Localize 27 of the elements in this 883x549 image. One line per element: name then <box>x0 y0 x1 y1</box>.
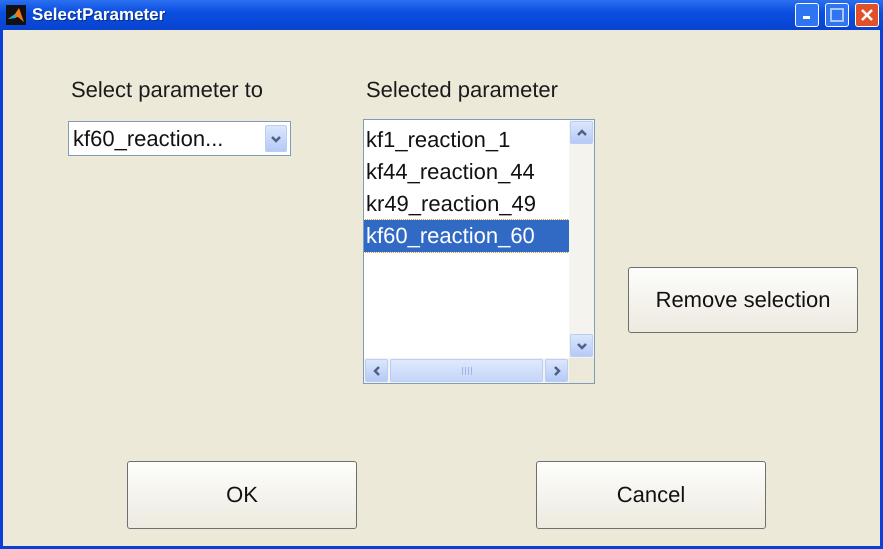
scroll-left-button[interactable] <box>365 359 388 382</box>
cancel-button[interactable]: Cancel <box>536 461 766 529</box>
field-label: Selected parameter <box>366 76 559 104</box>
close-button[interactable] <box>855 3 879 27</box>
list-item[interactable]: kf1_reaction_1 <box>364 124 569 156</box>
parameter-list[interactable]: kf1_reaction_1 kf44_reaction_44 kr49_reaction_49 kf60_reaction_60 <box>363 119 595 384</box>
vertical-scrollbar[interactable] <box>569 120 594 358</box>
field-label: Select parameter to <box>71 76 264 104</box>
scroll-down-button[interactable] <box>570 334 593 357</box>
scroll-up-button[interactable] <box>570 121 593 144</box>
grip-icon <box>460 366 472 374</box>
scroll-thumb[interactable] <box>390 359 543 382</box>
scroll-right-button[interactable] <box>545 359 568 382</box>
list-item[interactable]: kf44_reaction_44 <box>364 156 569 188</box>
list-item[interactable]: kr49_reaction_49 <box>364 188 569 220</box>
remove-selection-button[interactable]: Remove selection <box>628 267 858 333</box>
parameter-dropdown[interactable]: kf60_reaction... <box>68 121 291 156</box>
close-icon <box>860 8 874 22</box>
maximize-button[interactable] <box>825 3 849 27</box>
app-logo-icon <box>6 5 26 25</box>
minimize-button[interactable] <box>795 3 819 27</box>
window-title: SelectParameter <box>32 5 166 25</box>
maximize-icon <box>830 8 844 22</box>
ok-button[interactable]: OK <box>127 461 357 529</box>
scrollbar-corner <box>569 358 594 383</box>
list-item[interactable]: kf60_reaction_60 <box>364 220 569 252</box>
horizontal-scrollbar[interactable] <box>364 358 569 383</box>
